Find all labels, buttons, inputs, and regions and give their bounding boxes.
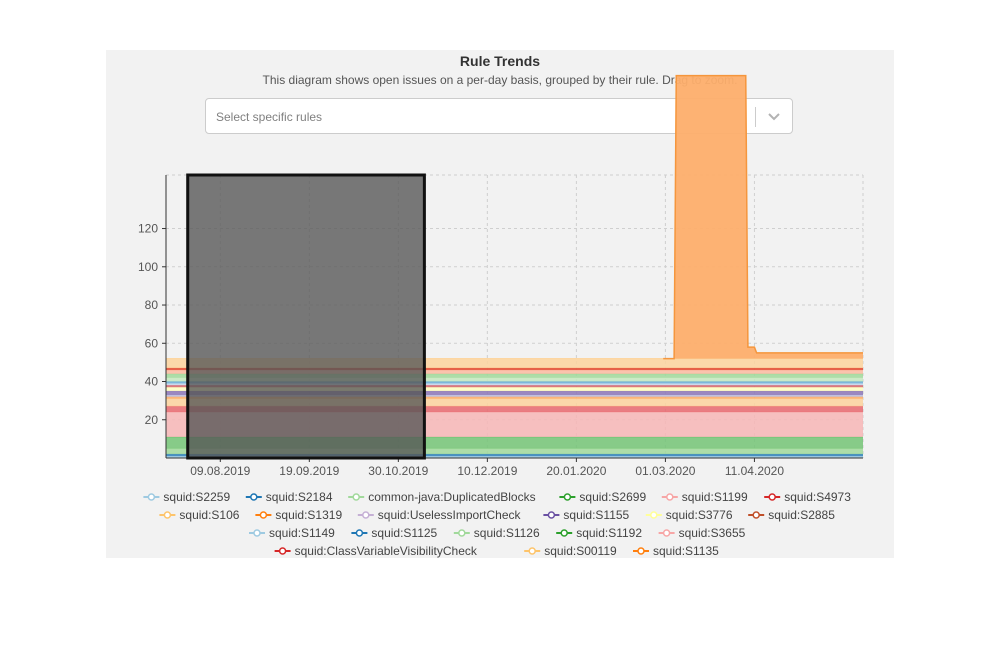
x-tick-label: 01.03.2020 [635,464,695,478]
legend-marker [662,529,671,537]
legend-marker [163,511,172,519]
legend-marker [253,529,261,537]
legend-item[interactable]: squid:S1192 [576,526,642,540]
legend-item[interactable]: squid:S00119 [544,544,617,558]
legend-marker [250,493,258,501]
legend-marker [650,511,658,519]
legend-item[interactable]: squid:S2184 [266,490,333,504]
x-tick-label: 19.09.2019 [279,464,339,478]
legend-marker [547,511,556,519]
legend-marker [563,493,572,501]
legend-item[interactable]: squid:S1155 [563,508,629,522]
legend-item[interactable]: squid:S2885 [768,508,835,522]
legend-marker [637,547,645,555]
y-tick-label: 60 [145,336,159,350]
y-tick-label: 80 [145,298,159,312]
legend-item[interactable]: squid:S1199 [682,490,748,504]
legend-marker [458,529,466,537]
x-tick-label: 20.01.2020 [546,464,606,478]
legend-item[interactable]: squid:S2699 [579,490,646,504]
legend-item[interactable]: squid:S1126 [474,526,540,540]
rule-trends-chart[interactable]: 20 40 60 80 100 120 09.08.2019 19.09.2019 30.10.… [0,0,1000,660]
legend-marker [666,493,674,501]
legend-marker [560,529,568,537]
legend-marker [528,547,536,555]
y-tick-label: 20 [145,413,159,427]
y-tick-label: 40 [145,375,159,389]
legend-marker [355,529,364,537]
legend-marker [352,493,360,501]
legend-marker [278,547,287,555]
legend-item[interactable]: squid:S1319 [275,508,342,522]
legend-item[interactable]: squid:ClassVariableVisibilityCheck [295,544,478,558]
legend-item[interactable]: squid:S3655 [679,526,746,540]
y-tick-label: 120 [138,222,158,236]
x-tick-label: 11.04.2020 [725,464,784,478]
legend-marker [147,493,156,501]
legend-item[interactable]: squid:S1135 [653,544,719,558]
legend-item[interactable]: squid:S106 [179,508,239,522]
legend-item[interactable]: squid:S4973 [784,490,851,504]
legend-marker [768,493,776,501]
legend-item[interactable]: squid:S2259 [163,490,230,504]
legend-item[interactable]: squid:S3776 [666,508,733,522]
legend-item[interactable]: squid:S1125 [371,526,437,540]
legend-item[interactable]: common-java:DuplicatedBlocks [368,490,535,504]
legend-marker [259,511,268,519]
legend-marker [752,511,760,519]
legend-item[interactable]: squid:UselessImportCheck [378,508,522,522]
legend-marker [362,511,370,519]
x-tick-label: 30.10.2019 [368,464,428,478]
legend-item[interactable]: squid:S1149 [269,526,335,540]
zoom-selection-brush[interactable] [186,173,426,460]
x-tick-label: 09.08.2019 [190,464,250,478]
y-tick-label: 100 [138,260,158,274]
x-tick-label: 10.12.2019 [457,464,517,478]
